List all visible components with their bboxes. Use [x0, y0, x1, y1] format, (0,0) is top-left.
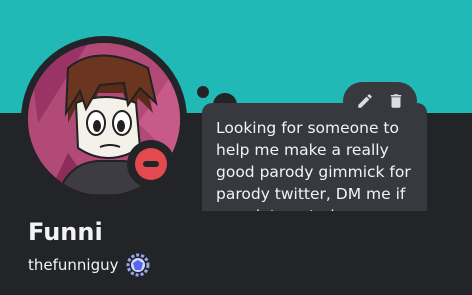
dnd-status-icon — [135, 148, 167, 180]
custom-status-text: Looking for someone to help me make a re… — [216, 119, 411, 211]
pencil-icon[interactable] — [354, 90, 376, 112]
thought-bubble-dot-small — [197, 86, 209, 98]
trash-icon[interactable] — [385, 90, 407, 112]
hypesquad-badge-icon[interactable] — [124, 251, 152, 279]
username: thefunniguy — [28, 256, 119, 274]
display-name: Funni — [28, 218, 103, 246]
note-actions-bar — [343, 82, 417, 120]
